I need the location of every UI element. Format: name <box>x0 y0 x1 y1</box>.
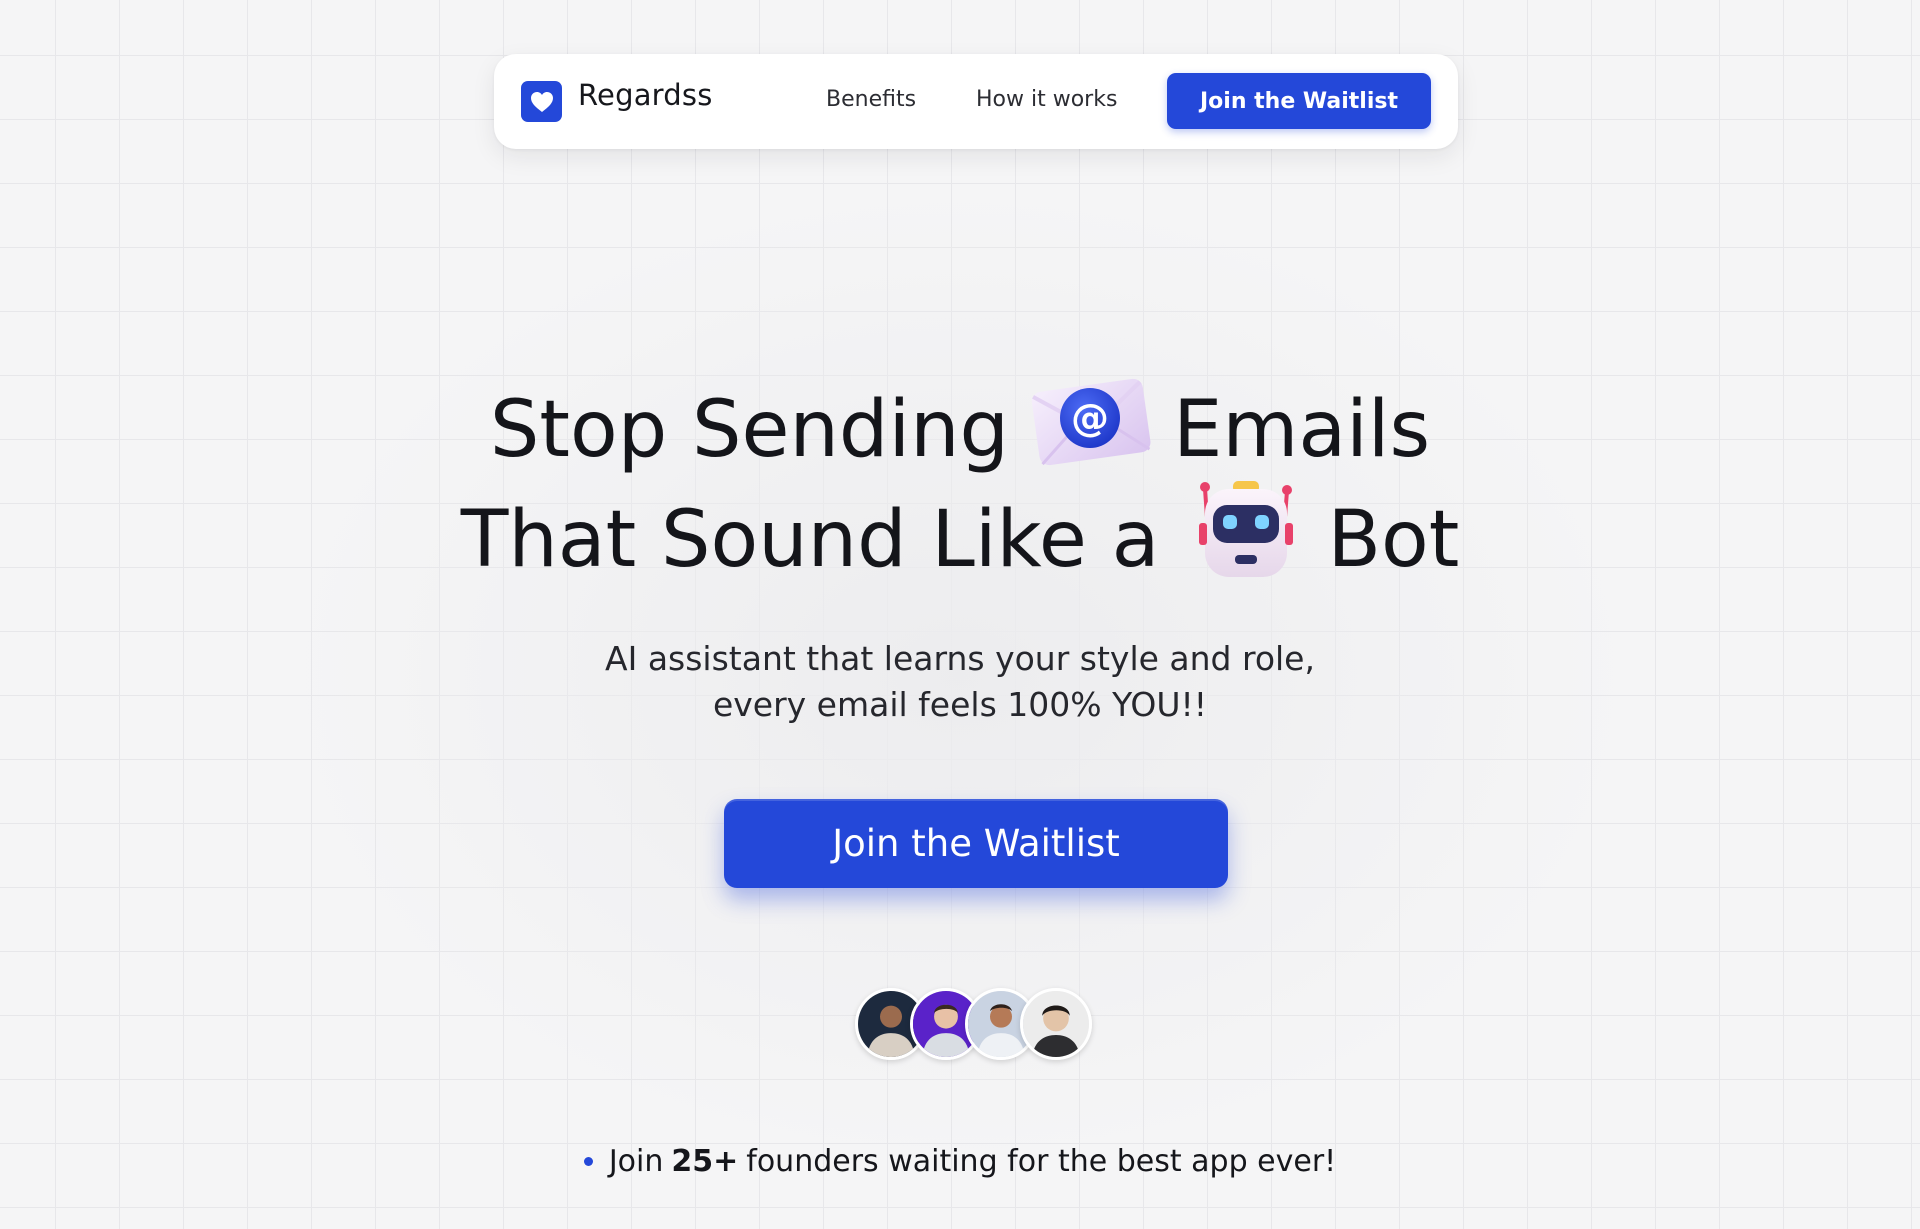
avatar <box>1020 988 1092 1060</box>
hero-subtitle: AI assistant that learns your style and … <box>0 636 1920 728</box>
social-proof-prefix: Join <box>608 1144 664 1179</box>
hero-text-bot: Bot <box>1327 495 1460 585</box>
hero-heading-line-1: Stop Sending @ Emails <box>0 378 1920 480</box>
robot-icon <box>1177 477 1309 604</box>
hero-heading-line-2: That Sound Like a Bot <box>0 480 1920 590</box>
social-proof-line: Join 25+ founders waiting for the best a… <box>0 1144 1920 1179</box>
envelope-at-icon: @ <box>1027 371 1155 490</box>
hero-join-waitlist-button[interactable]: Join the Waitlist <box>724 799 1228 888</box>
svg-text:@: @ <box>1071 396 1109 440</box>
heart-logo-icon[interactable] <box>521 81 562 122</box>
bullet-dot-icon <box>583 1157 593 1166</box>
subtitle-line-2: every email feels 100% YOU!! <box>712 685 1208 724</box>
brand-name[interactable]: Regardss <box>578 78 713 112</box>
hero-text-emails: Emails <box>1173 385 1431 475</box>
founder-count: 25+ <box>671 1144 739 1179</box>
heart-icon <box>530 91 553 112</box>
social-proof-suffix: founders waiting for the best app ever! <box>746 1144 1337 1179</box>
navbar: Regardss Benefits How it works Join the … <box>494 54 1458 149</box>
subtitle-line-1: AI assistant that learns your style and … <box>605 639 1315 678</box>
founder-avatars <box>855 988 1092 1062</box>
hero-text-stop-sending: Stop Sending <box>489 385 1010 475</box>
nav-link-benefits[interactable]: Benefits <box>826 87 916 112</box>
nav-link-how-it-works[interactable]: How it works <box>976 87 1117 112</box>
hero-text-sound-like: That Sound Like a <box>460 495 1160 585</box>
nav-join-waitlist-button[interactable]: Join the Waitlist <box>1167 73 1431 129</box>
